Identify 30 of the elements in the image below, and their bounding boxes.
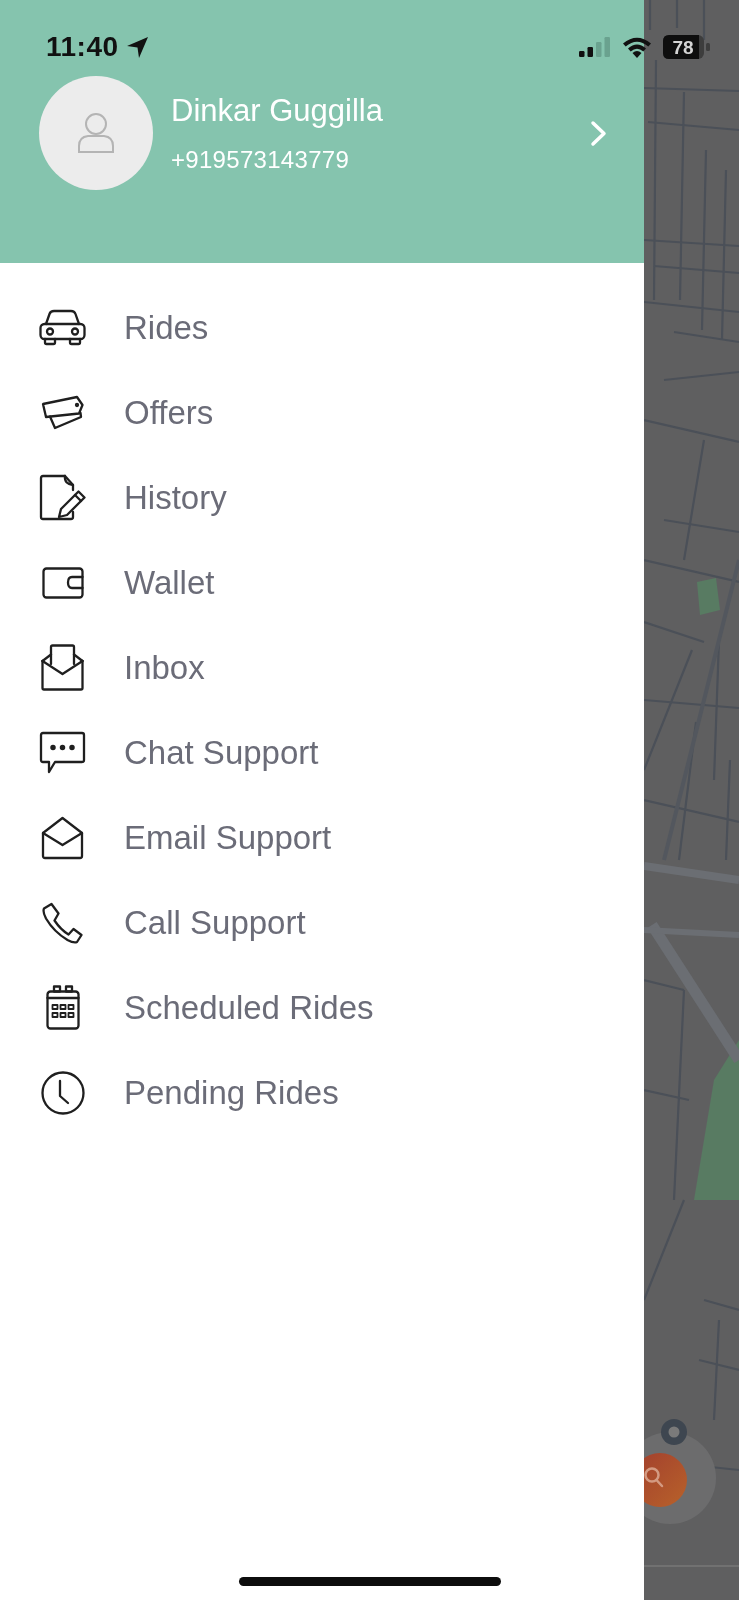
chat-bubble-icon xyxy=(39,731,86,774)
menu-item[interactable]: Wallet xyxy=(39,562,215,603)
phone-icon xyxy=(42,901,83,944)
menu-item[interactable]: Pending Rides xyxy=(39,1070,339,1115)
menu-item[interactable]: Call Support xyxy=(39,901,306,944)
search-icon xyxy=(644,1467,664,1488)
status-time: 11:40 xyxy=(46,31,119,63)
menu-item[interactable]: Offers xyxy=(39,392,214,433)
menu-item[interactable]: History xyxy=(39,474,227,521)
location-arrow-icon xyxy=(125,35,149,59)
clock-icon xyxy=(40,1070,85,1115)
menu-item[interactable]: Rides xyxy=(39,307,209,348)
profile-name: Dinkar Guggilla xyxy=(171,92,383,129)
menu-item[interactable]: Email Support xyxy=(39,815,332,860)
menu-item[interactable]: Chat Support xyxy=(39,731,319,774)
open-envelope-icon xyxy=(41,815,84,860)
wallet-icon xyxy=(41,566,84,599)
document-pencil-icon xyxy=(39,474,86,521)
envelope-letter-icon xyxy=(41,644,84,691)
car-icon xyxy=(39,309,86,346)
profile-phone: +919573143779 xyxy=(171,145,351,174)
menu-item[interactable]: Inbox xyxy=(39,644,205,691)
chevron-right-icon[interactable] xyxy=(590,119,608,147)
calendar-icon xyxy=(45,985,80,1030)
price-tags-icon xyxy=(41,395,84,430)
battery-indicator: 78 xyxy=(663,35,710,59)
wifi-icon xyxy=(622,36,652,58)
search-button[interactable] xyxy=(644,1453,688,1507)
signal-icon xyxy=(579,37,611,57)
menu-item[interactable]: Scheduled Rides xyxy=(39,985,374,1030)
